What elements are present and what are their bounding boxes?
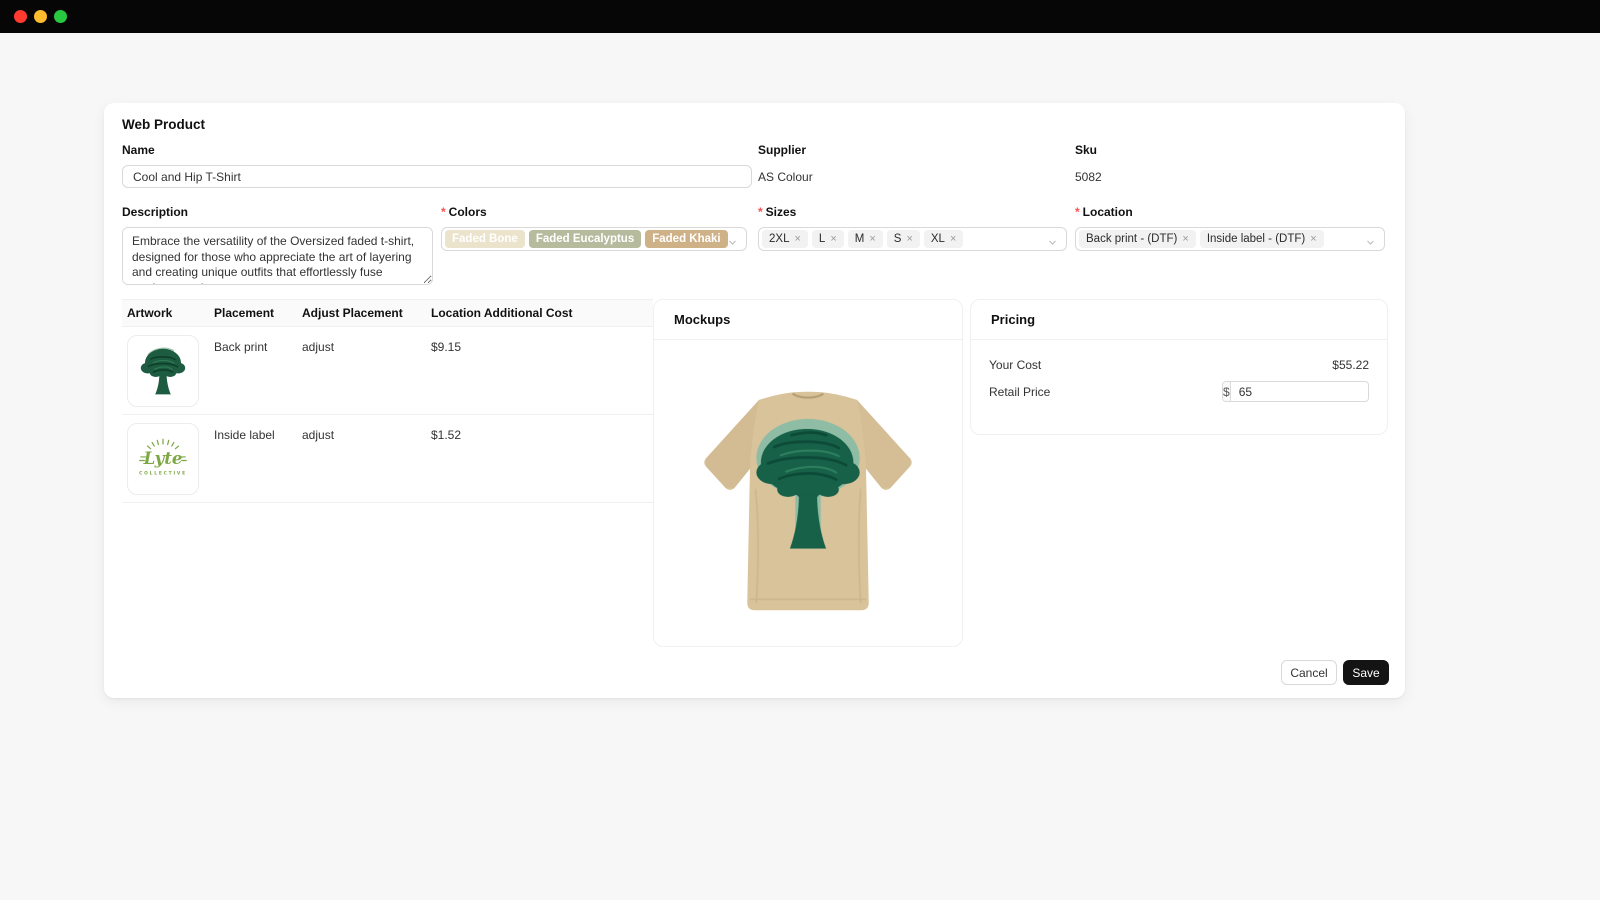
adjust-link[interactable]: adjust: [302, 327, 431, 354]
artwork-table-header: Artwork Placement Adjust Placement Locat…: [122, 299, 653, 327]
required-asterisk: *: [758, 205, 763, 219]
required-asterisk: *: [441, 205, 446, 219]
artwork-table: Artwork Placement Adjust Placement Locat…: [122, 299, 653, 503]
cancel-button[interactable]: Cancel: [1281, 660, 1337, 685]
sku-label: Sku: [1075, 143, 1375, 157]
remove-tag-icon[interactable]: ×: [1310, 233, 1316, 245]
close-window-button[interactable]: [14, 10, 27, 23]
retail-price-label: Retail Price: [989, 385, 1050, 399]
color-tag-faded-bone: Faded Bone: [445, 230, 525, 248]
tshirt-back-mockup-image: [672, 352, 944, 640]
colors-select[interactable]: Faded Bone Faded Eucalyptus Faded Khaki: [441, 227, 747, 251]
table-row: Back print adjust $9.15: [122, 327, 653, 415]
lyte-collective-logo-thumbnail[interactable]: Lyte COLLECTIVE: [127, 423, 199, 495]
remove-tag-icon[interactable]: ×: [906, 233, 912, 245]
name-input[interactable]: [122, 165, 752, 188]
retail-price-input[interactable]: [1231, 382, 1369, 401]
table-row: Lyte COLLECTIVE Inside label adjust $1.5…: [122, 415, 653, 503]
minimize-window-button[interactable]: [34, 10, 47, 23]
remove-tag-icon[interactable]: ×: [1182, 233, 1188, 245]
remove-tag-icon[interactable]: ×: [869, 233, 875, 245]
remove-tag-icon[interactable]: ×: [950, 233, 956, 245]
supplier-value: AS Colour: [758, 170, 1058, 184]
your-cost-value: $55.22: [1332, 358, 1369, 372]
tree-artwork-image: [133, 341, 193, 401]
mockups-panel: Mockups: [653, 299, 963, 647]
location-additional-cost-value: $9.15: [431, 327, 653, 354]
colors-label: *Colors: [441, 205, 747, 219]
color-tag-faded-khaki: Faded Khaki: [645, 230, 727, 248]
sizes-select[interactable]: 2XL× L× M× S× XL×: [758, 227, 1067, 251]
sizes-label: *Sizes: [758, 205, 1067, 219]
tree-artwork-thumbnail[interactable]: [127, 335, 199, 407]
description-label: Description: [122, 205, 433, 219]
retail-price-group: $: [1222, 381, 1369, 402]
supplier-label: Supplier: [758, 143, 1058, 157]
size-tag: S×: [887, 230, 920, 248]
location-tag: Back print - (DTF)×: [1079, 230, 1196, 248]
size-tag: M×: [848, 230, 883, 248]
remove-tag-icon[interactable]: ×: [830, 233, 836, 245]
mockups-title: Mockups: [654, 300, 962, 340]
required-asterisk: *: [1075, 205, 1080, 219]
adjust-link[interactable]: adjust: [302, 415, 431, 442]
your-cost-label: Your Cost: [989, 358, 1041, 372]
location-select[interactable]: Back print - (DTF)× Inside label - (DTF)…: [1075, 227, 1385, 251]
svg-text:COLLECTIVE: COLLECTIVE: [139, 471, 187, 477]
location-tag: Inside label - (DTF)×: [1200, 230, 1324, 248]
currency-prefix: $: [1223, 382, 1231, 401]
web-product-card: Web Product Name Supplier AS Colour Sku …: [104, 103, 1405, 698]
save-button[interactable]: Save: [1343, 660, 1389, 685]
pricing-panel: Pricing Your Cost $55.22 Retail Price $: [970, 299, 1388, 435]
sku-value: 5082: [1075, 170, 1375, 184]
name-label: Name: [122, 143, 752, 157]
column-header-placement: Placement: [214, 306, 302, 320]
column-header-location-additional-cost: Location Additional Cost: [431, 306, 653, 320]
chevron-down-icon: [1365, 235, 1376, 253]
location-additional-cost-value: $1.52: [431, 415, 653, 442]
description-textarea[interactable]: Embrace the versatility of the Oversized…: [122, 227, 433, 285]
window-titlebar: [0, 0, 1600, 33]
location-label: *Location: [1075, 205, 1385, 219]
pricing-title: Pricing: [971, 300, 1387, 340]
remove-tag-icon[interactable]: ×: [794, 233, 800, 245]
placement-value: Back print: [214, 327, 302, 354]
size-tag: XL×: [924, 230, 964, 248]
size-tag: L×: [812, 230, 844, 248]
placement-value: Inside label: [214, 415, 302, 442]
lyte-collective-logo-image: Lyte COLLECTIVE: [132, 435, 194, 483]
zoom-window-button[interactable]: [54, 10, 67, 23]
color-tag-faded-eucalyptus: Faded Eucalyptus: [529, 230, 641, 248]
column-header-adjust-placement: Adjust Placement: [302, 306, 431, 320]
size-tag: 2XL×: [762, 230, 808, 248]
chevron-down-icon: [1047, 235, 1058, 253]
chevron-down-icon: [727, 235, 738, 253]
svg-text:Lyte: Lyte: [143, 448, 183, 468]
column-header-artwork: Artwork: [127, 306, 214, 320]
page-title: Web Product: [122, 117, 205, 132]
